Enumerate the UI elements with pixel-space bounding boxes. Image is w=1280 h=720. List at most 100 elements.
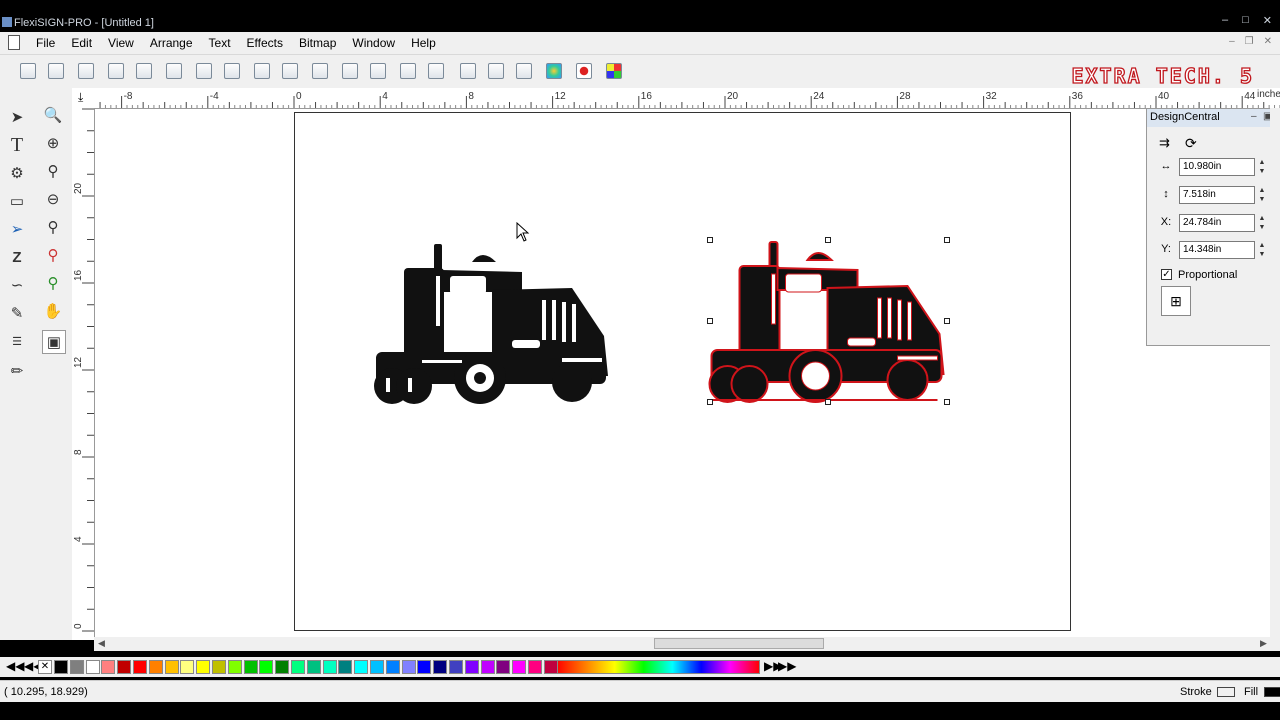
fill-swatch[interactable]	[1264, 687, 1280, 697]
y-spinner[interactable]: ▲ ▼	[1257, 241, 1267, 259]
truck-graphic-black[interactable]	[372, 240, 617, 408]
bezier-tool-icon[interactable]: ∽	[6, 274, 28, 296]
print-icon[interactable]	[164, 61, 184, 81]
stroke-swatch[interactable]	[1217, 687, 1235, 697]
doc-close-button[interactable]: ✕	[1264, 36, 1272, 47]
redo-multi-icon[interactable]	[426, 61, 446, 81]
color-swatch[interactable]	[101, 660, 116, 674]
selection-handle-top-left[interactable]	[707, 237, 713, 243]
color-grid-icon[interactable]	[604, 61, 624, 81]
zoom-selection-icon[interactable]: ⚲	[42, 272, 64, 294]
doc-minimize-button[interactable]: –	[1229, 36, 1235, 47]
selection-handle-bottom-left[interactable]	[707, 399, 713, 405]
special-colors-swatches[interactable]	[556, 660, 760, 674]
color-swatch[interactable]	[528, 660, 542, 674]
color-swatch[interactable]	[306, 660, 321, 674]
color-swatch[interactable]	[338, 660, 353, 674]
selection-handle-left[interactable]	[707, 318, 713, 324]
transform-mode-icon[interactable]: ⇉	[1159, 135, 1170, 151]
color-swatch[interactable]	[401, 660, 416, 674]
height-field[interactable]: 7.518in	[1179, 186, 1255, 204]
color-swatch[interactable]	[496, 660, 511, 674]
fill-color-icon[interactable]	[574, 61, 594, 81]
minimize-button[interactable]: –	[1222, 14, 1228, 26]
distort-tool-icon[interactable]: Z	[6, 246, 28, 268]
paste-icon[interactable]	[310, 61, 330, 81]
menu-view[interactable]: View	[100, 36, 142, 50]
horizontal-scroll-thumb[interactable]	[654, 638, 824, 649]
measure-tool-icon[interactable]: ☰	[6, 330, 28, 352]
color-swatch[interactable]	[385, 660, 400, 674]
color-palette-icon[interactable]	[544, 61, 564, 81]
doc-restore-button[interactable]: ❐	[1245, 36, 1254, 47]
color-swatch[interactable]	[180, 660, 195, 674]
color-swatch[interactable]	[164, 660, 179, 674]
palette-scroll-last-icon[interactable]: ▶▶	[778, 659, 796, 673]
production-manager-icon[interactable]	[222, 61, 242, 81]
knife-tool-icon[interactable]: ✎	[6, 302, 28, 324]
y-field[interactable]: 14.348in	[1179, 241, 1255, 259]
open-icon[interactable]	[46, 61, 66, 81]
menu-text[interactable]: Text	[201, 36, 239, 50]
truck-graphic-red-outline[interactable]	[707, 238, 953, 406]
color-swatch[interactable]	[275, 660, 290, 674]
color-swatch[interactable]	[354, 660, 369, 674]
panel-minimize-button[interactable]: –	[1251, 111, 1257, 122]
x-spinner[interactable]: ▲ ▼	[1257, 214, 1267, 232]
color-swatch[interactable]	[512, 660, 527, 674]
color-swatch[interactable]	[464, 660, 479, 674]
color-swatch[interactable]	[133, 660, 147, 674]
color-swatch[interactable]	[322, 660, 337, 674]
import-icon[interactable]	[458, 61, 478, 81]
proportional-checkbox[interactable]: ✓	[1161, 269, 1172, 280]
node-edit-tool-icon[interactable]: ➢	[6, 218, 28, 240]
zoom-in-icon[interactable]: ⊕	[42, 132, 64, 154]
selection-handle-top[interactable]	[825, 237, 831, 243]
color-swatch[interactable]	[148, 660, 163, 674]
height-spinner[interactable]: ▲ ▼	[1257, 186, 1267, 204]
select-tool-icon[interactable]: ➤	[6, 106, 28, 128]
no-color-swatch[interactable]: ✕	[38, 660, 52, 674]
color-swatch[interactable]	[259, 660, 274, 674]
rectangle-tool-icon[interactable]: ▭	[6, 190, 28, 212]
redo-icon[interactable]	[398, 61, 418, 81]
horizontal-ruler[interactable]: -8 -4 0 4 8 12 16 20 24 28 32 36 40 44 inche	[94, 88, 1280, 109]
color-swatch[interactable]	[69, 660, 84, 674]
color-swatch[interactable]	[449, 660, 463, 674]
eyedropper-tool-icon[interactable]: ✏	[6, 360, 28, 382]
menu-bitmap[interactable]: Bitmap	[291, 36, 344, 50]
undo-icon[interactable]	[340, 61, 360, 81]
cut-icon[interactable]	[252, 61, 272, 81]
color-swatch[interactable]	[85, 660, 100, 674]
anchor-point-grid-icon[interactable]: ⊞	[1161, 286, 1191, 316]
menu-arrange[interactable]: Arrange	[142, 36, 201, 50]
color-swatch[interactable]	[433, 660, 448, 674]
zoom-previous-icon[interactable]: ⚲	[42, 216, 64, 238]
selection-handle-right[interactable]	[944, 318, 950, 324]
width-field[interactable]: 10.980in	[1179, 158, 1255, 176]
color-swatch[interactable]	[196, 660, 211, 674]
scan-icon[interactable]	[514, 61, 534, 81]
scroll-left-icon[interactable]: ◀	[98, 638, 105, 649]
text-tool-icon[interactable]: T	[6, 134, 28, 156]
ruler-origin[interactable]: ⤓	[72, 88, 94, 109]
vertical-ruler[interactable]: 24201612840	[72, 108, 95, 640]
menu-file[interactable]: File	[28, 36, 63, 50]
menu-window[interactable]: Window	[344, 36, 403, 50]
export-icon[interactable]	[486, 61, 506, 81]
color-swatch[interactable]	[243, 660, 258, 674]
zoom-all-icon[interactable]: ⚲	[42, 244, 64, 266]
rotate-mode-icon[interactable]: ⟳	[1185, 135, 1197, 152]
cut-contour-icon[interactable]	[194, 61, 214, 81]
zoom-tool-icon[interactable]: 🔍	[42, 104, 64, 126]
selection-handle-bottom[interactable]	[825, 399, 831, 405]
print-preview-icon[interactable]	[134, 61, 154, 81]
color-swatch[interactable]	[480, 660, 495, 674]
palette-scroll-first-icon[interactable]: ◀◀	[6, 659, 24, 673]
fill-stroke-icon[interactable]: ▣	[42, 330, 66, 354]
color-swatch[interactable]	[417, 660, 432, 674]
close-button[interactable]: ✕	[1263, 14, 1272, 27]
menu-help[interactable]: Help	[403, 36, 444, 50]
pan-tool-icon[interactable]: ✋	[42, 300, 64, 322]
document-icon[interactable]	[8, 35, 20, 50]
